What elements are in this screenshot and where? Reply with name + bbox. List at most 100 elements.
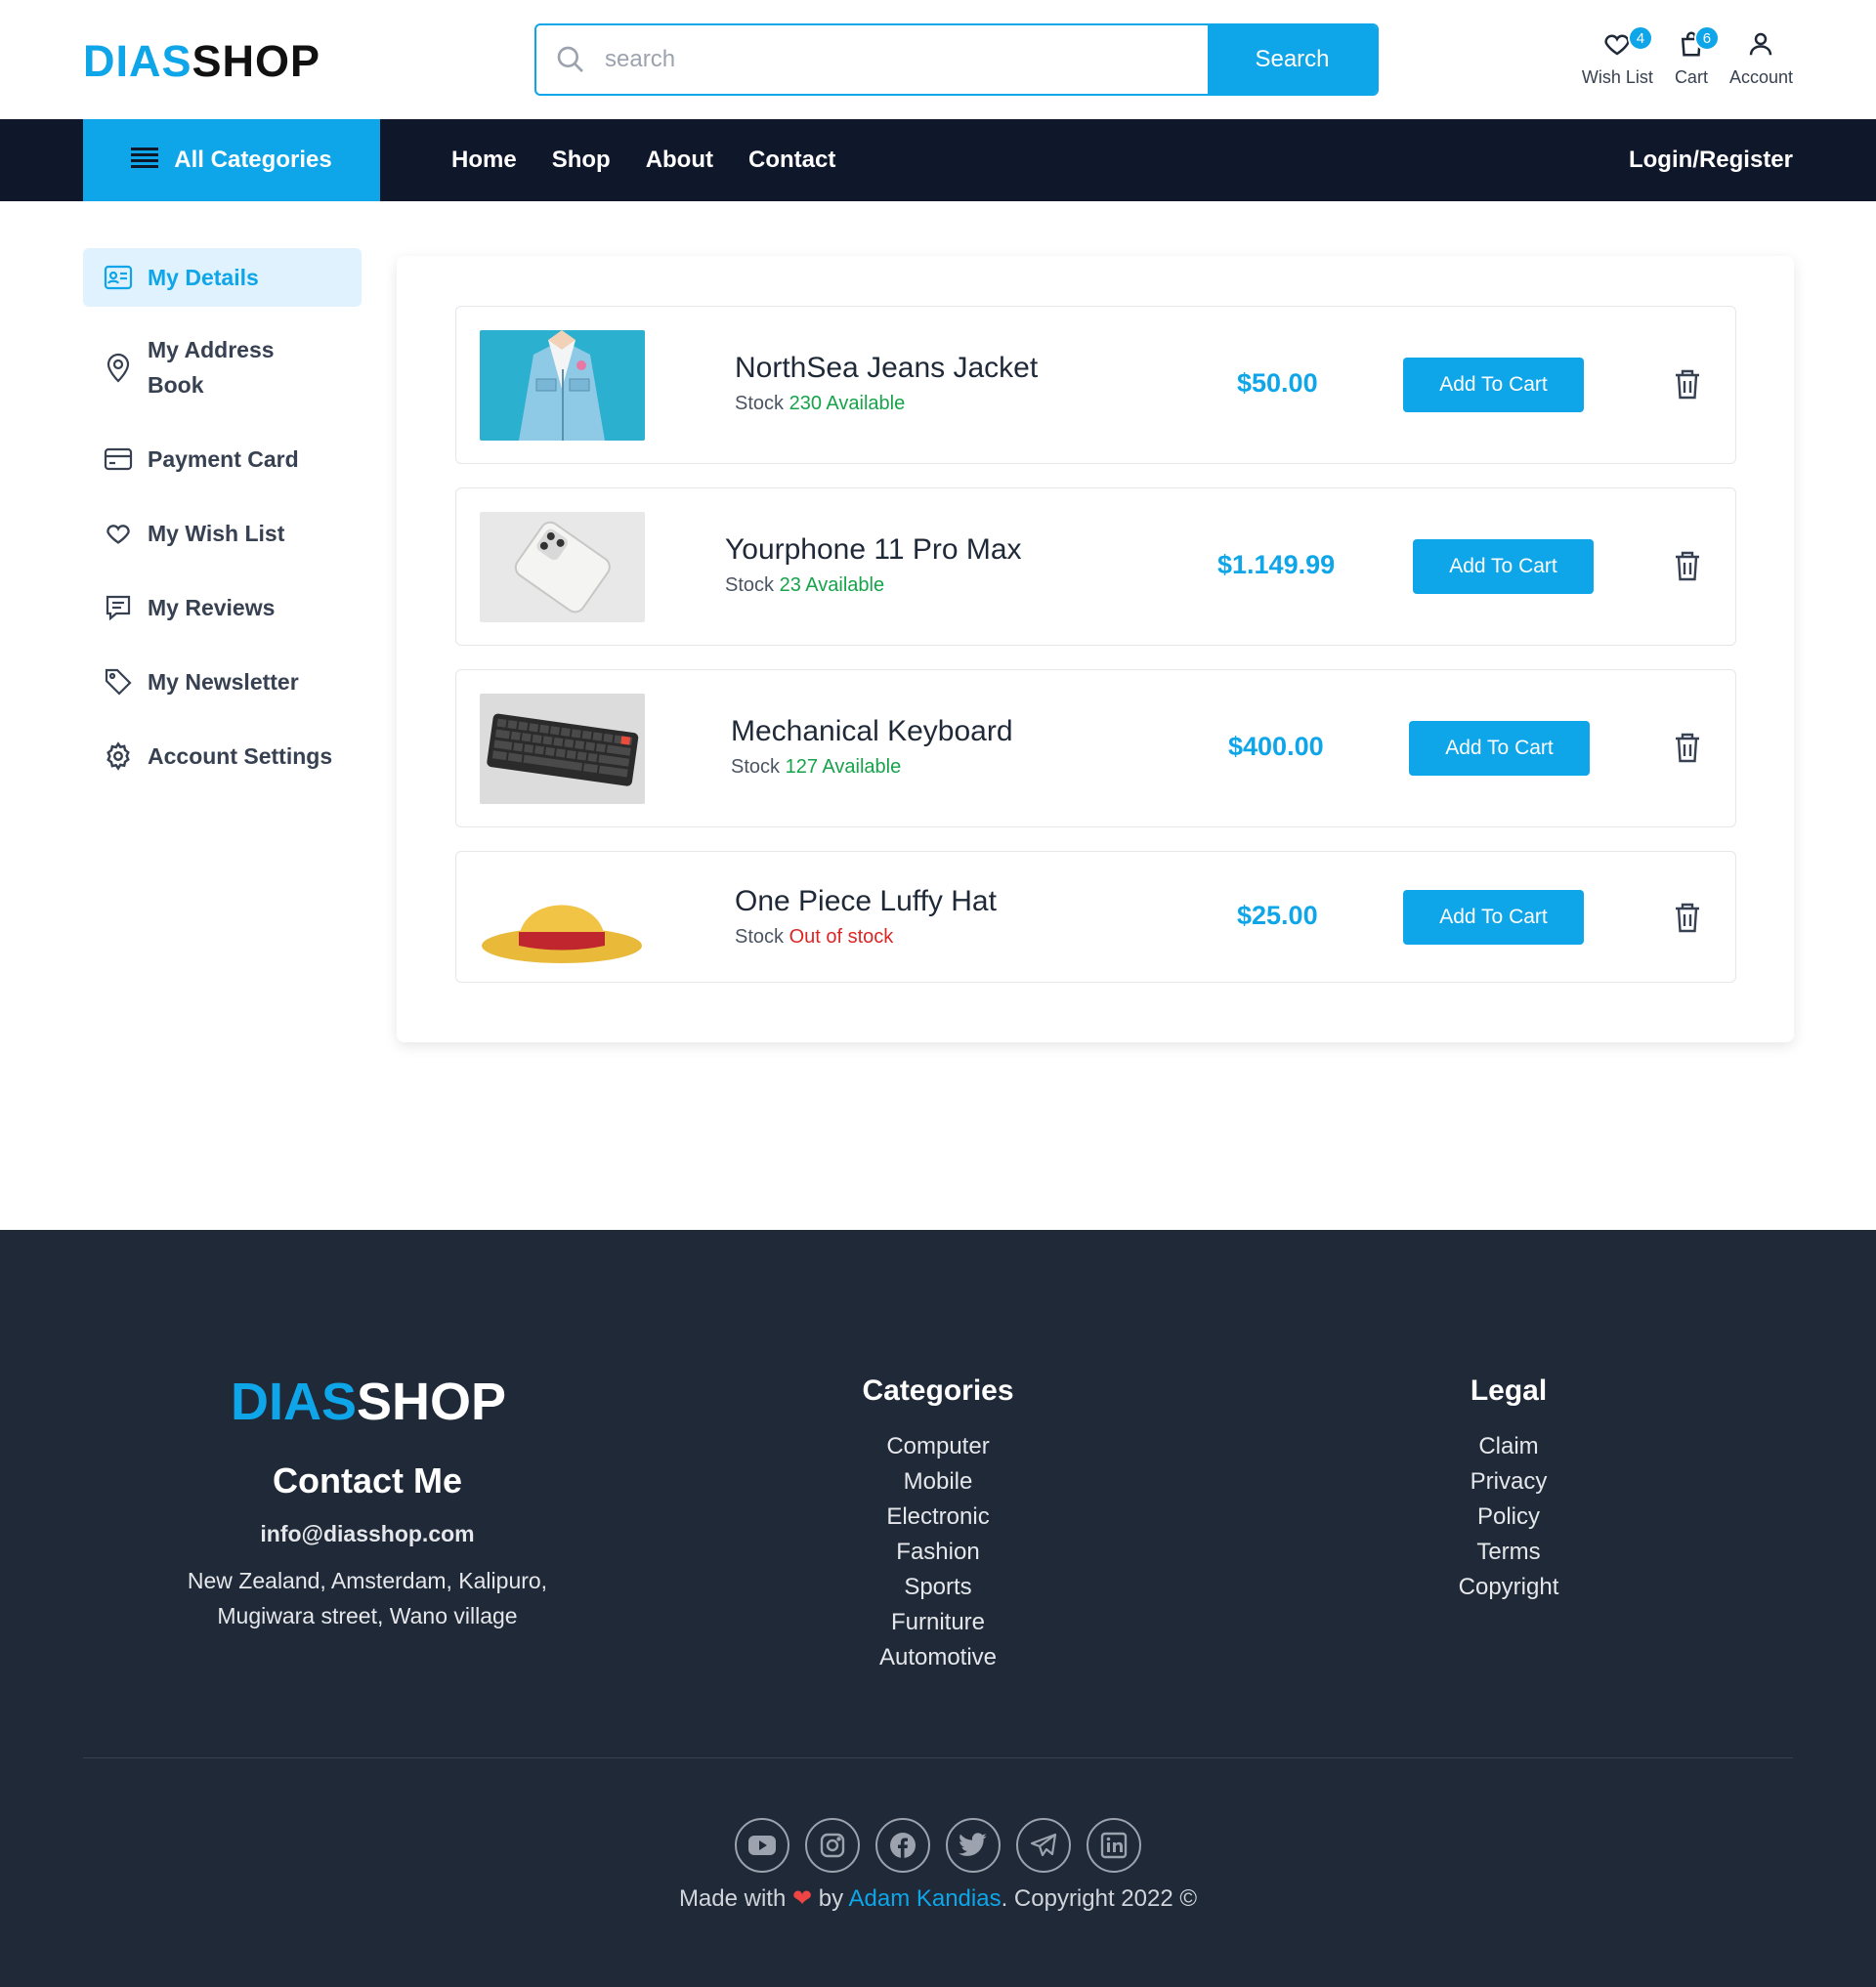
footer-divider bbox=[83, 1757, 1793, 1758]
heart-icon bbox=[103, 516, 134, 551]
search-bar: Search bbox=[534, 23, 1379, 96]
footer-category-link[interactable]: Automotive bbox=[791, 1640, 1085, 1675]
product-price: $25.00 bbox=[1237, 901, 1318, 930]
footer-legal-link[interactable]: Terms bbox=[1362, 1535, 1655, 1570]
search-input[interactable] bbox=[605, 25, 1208, 94]
add-to-cart-button[interactable]: Add To Cart bbox=[1409, 721, 1590, 776]
header-icons: 4 Wish List 6 Cart Account bbox=[1581, 25, 1793, 88]
sidebar-item-reviews[interactable]: My Reviews bbox=[83, 576, 362, 639]
sidebar-item-label: My Newsletter bbox=[148, 669, 299, 695]
footer-legal: Legal Claim Privacy Policy Terms Copyrig… bbox=[1362, 1374, 1655, 1605]
stock-label: Stock bbox=[725, 574, 775, 596]
cart-link[interactable]: 6 Cart bbox=[1675, 25, 1720, 88]
trash-icon[interactable] bbox=[1673, 367, 1706, 404]
phone-image[interactable] bbox=[480, 512, 645, 622]
facebook-icon[interactable] bbox=[875, 1818, 930, 1873]
sidebar-item-wish-list[interactable]: My Wish List bbox=[83, 502, 362, 565]
sidebar-item-address-book[interactable]: My Address Book bbox=[83, 318, 362, 416]
account-link[interactable]: Account bbox=[1729, 29, 1793, 88]
stock-label: Stock bbox=[731, 756, 781, 778]
stock-label: Stock bbox=[735, 393, 785, 414]
footer-category-link[interactable]: Computer bbox=[791, 1429, 1085, 1464]
twitter-icon[interactable] bbox=[946, 1818, 1001, 1873]
sidebar-item-my-details[interactable]: My Details bbox=[83, 248, 362, 307]
wishlist-count-badge: 4 bbox=[1627, 25, 1653, 51]
product-name[interactable]: Yourphone 11 Pro Max bbox=[725, 533, 1022, 567]
logo-part-dias: DIAS bbox=[83, 36, 192, 86]
sidebar-item-label: My Details bbox=[148, 265, 259, 290]
denim-jacket-image[interactable] bbox=[480, 330, 645, 441]
stock-status: Stock 230 Available bbox=[735, 393, 905, 415]
trash-icon[interactable] bbox=[1673, 901, 1706, 938]
footer-categories: Categories Computer Mobile Electronic Fa… bbox=[791, 1374, 1085, 1675]
add-to-cart-button[interactable]: Add To Cart bbox=[1403, 358, 1584, 412]
wishlist-link[interactable]: 4 Wish List bbox=[1581, 25, 1653, 88]
footer-legal-link[interactable]: Policy bbox=[1362, 1500, 1655, 1535]
logo-part-shop: SHOP bbox=[192, 36, 321, 86]
nav-shop[interactable]: Shop bbox=[552, 147, 611, 174]
by-text: by bbox=[818, 1885, 844, 1912]
telegram-icon[interactable] bbox=[1016, 1818, 1071, 1873]
add-to-cart-button[interactable]: Add To Cart bbox=[1413, 539, 1594, 594]
wishlist-row: Yourphone 11 Pro Max Stock 23 Available … bbox=[455, 487, 1736, 646]
sidebar-item-label: My Wish List bbox=[148, 521, 285, 546]
heart-icon: ❤ bbox=[792, 1885, 813, 1912]
wishlist-row: One Piece Luffy Hat Stock Out of stock $… bbox=[455, 851, 1736, 983]
contact-title: Contact Me bbox=[272, 1460, 462, 1501]
contact-address-line2: Mugiwara street, Wano village bbox=[217, 1603, 518, 1628]
sidebar-item-newsletter[interactable]: My Newsletter bbox=[83, 651, 362, 713]
trash-icon[interactable] bbox=[1673, 731, 1706, 768]
message-icon bbox=[103, 590, 134, 625]
social-links bbox=[0, 1818, 1876, 1873]
author-link[interactable]: Adam Kandias bbox=[848, 1885, 1001, 1912]
sidebar-item-label: Account Settings bbox=[148, 743, 333, 769]
nav-home[interactable]: Home bbox=[451, 147, 517, 174]
wishlist-row: Mechanical Keyboard Stock 127 Available … bbox=[455, 669, 1736, 827]
search-button[interactable]: Search bbox=[1208, 25, 1377, 94]
sidebar-item-payment-card[interactable]: Payment Card bbox=[83, 428, 362, 490]
product-name[interactable]: One Piece Luffy Hat bbox=[735, 885, 997, 918]
product-price: $1.149.99 bbox=[1217, 550, 1336, 579]
footer-category-link[interactable]: Electronic bbox=[791, 1500, 1085, 1535]
product-price: $50.00 bbox=[1237, 368, 1318, 398]
account-sidebar: My Details My Address Book Payment Card … bbox=[83, 248, 362, 799]
footer-legal-link[interactable]: Claim bbox=[1362, 1429, 1655, 1464]
footer-logo[interactable]: DIASSHOP bbox=[231, 1372, 506, 1432]
linkedin-icon[interactable] bbox=[1087, 1818, 1141, 1873]
header: DIASSHOP Search 4 Wish List 6 Car bbox=[0, 0, 1876, 119]
footer-category-link[interactable]: Mobile bbox=[791, 1464, 1085, 1500]
footer-category-link[interactable]: Sports bbox=[791, 1570, 1085, 1605]
stock-status: Stock 23 Available bbox=[725, 574, 884, 597]
stock-value: 127 Available bbox=[785, 756, 902, 778]
footer-legal-link[interactable]: Privacy bbox=[1362, 1464, 1655, 1500]
account-label: Account bbox=[1728, 67, 1793, 87]
wishlist-label: Wish List bbox=[1581, 67, 1653, 87]
search-icon bbox=[536, 25, 605, 94]
nav-contact[interactable]: Contact bbox=[748, 147, 835, 174]
stock-value: Out of stock bbox=[789, 926, 894, 948]
straw-hat-image[interactable] bbox=[480, 864, 645, 974]
instagram-icon[interactable] bbox=[805, 1818, 860, 1873]
product-name[interactable]: Mechanical Keyboard bbox=[731, 715, 1013, 748]
tag-icon bbox=[103, 664, 134, 699]
gear-icon bbox=[103, 739, 134, 774]
keyboard-image[interactable] bbox=[480, 694, 645, 804]
logo[interactable]: DIASSHOP bbox=[83, 37, 320, 86]
nav-about[interactable]: About bbox=[646, 147, 713, 174]
product-name[interactable]: NorthSea Jeans Jacket bbox=[735, 352, 1038, 385]
copyright-text: . Copyright 2022 © bbox=[1001, 1885, 1198, 1912]
trash-icon[interactable] bbox=[1673, 549, 1706, 586]
footer-category-link[interactable]: Furniture bbox=[791, 1605, 1085, 1640]
all-categories-button[interactable]: All Categories bbox=[83, 119, 380, 201]
footer-legal-link[interactable]: Copyright bbox=[1362, 1570, 1655, 1605]
sidebar-item-label: My Address Book bbox=[148, 337, 275, 398]
stock-value: 23 Available bbox=[779, 574, 885, 596]
youtube-icon[interactable] bbox=[735, 1818, 789, 1873]
footer: DIASSHOP Contact Me info@diasshop.com Ne… bbox=[0, 1230, 1876, 1987]
footer-category-link[interactable]: Fashion bbox=[791, 1535, 1085, 1570]
contact-email[interactable]: info@diasshop.com bbox=[0, 1521, 735, 1547]
add-to-cart-button[interactable]: Add To Cart bbox=[1403, 890, 1584, 945]
login-register-link[interactable]: Login/Register bbox=[1629, 119, 1793, 201]
wishlist-panel: NorthSea Jeans Jacket Stock 230 Availabl… bbox=[397, 256, 1794, 1042]
sidebar-item-account-settings[interactable]: Account Settings bbox=[83, 725, 362, 787]
